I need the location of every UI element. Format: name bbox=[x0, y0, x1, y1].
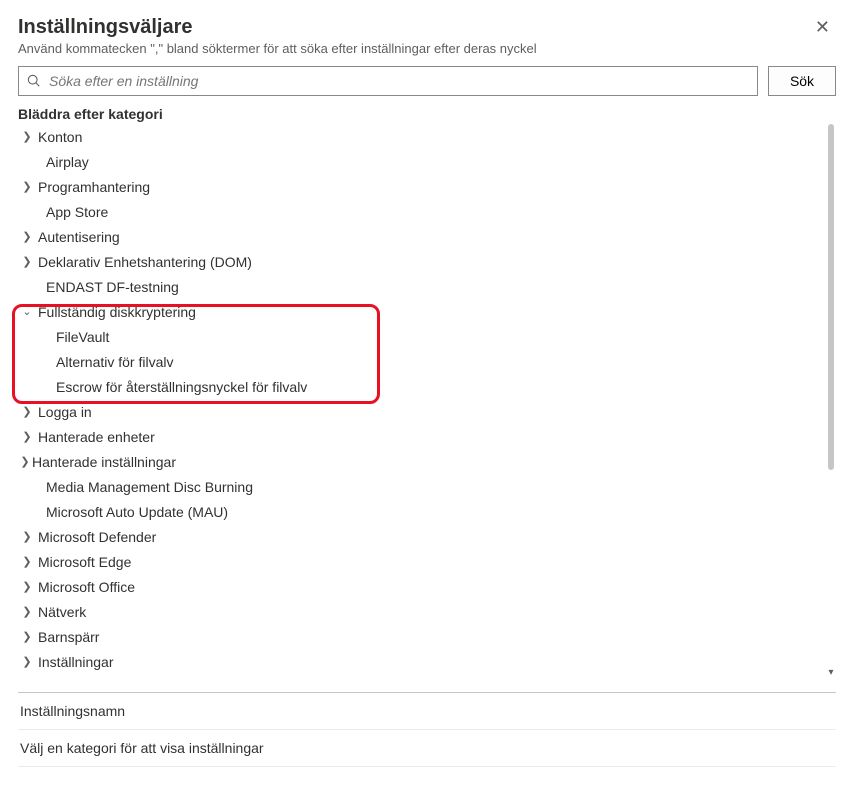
tree-label: FileVault bbox=[56, 329, 109, 345]
tree-item-airplay[interactable]: Airplay bbox=[18, 149, 836, 174]
tree-label: Barnspärr bbox=[38, 629, 99, 645]
tree-label: Fullständig diskkryptering bbox=[38, 304, 196, 320]
search-box[interactable] bbox=[18, 66, 758, 96]
chevron-right-icon: ❯ bbox=[20, 405, 34, 418]
tree-label: Autentisering bbox=[38, 229, 120, 245]
page-subtitle: Använd kommatecken "," bland söktermer f… bbox=[18, 41, 836, 56]
tree-label: Hanterade enheter bbox=[38, 429, 155, 445]
chevron-right-icon: ❯ bbox=[20, 605, 34, 618]
tree-item-media-disc-burning[interactable]: Media Management Disc Burning bbox=[18, 474, 836, 499]
tree-item-natverk[interactable]: ❯ Nätverk bbox=[18, 599, 836, 624]
chevron-right-icon: ❯ bbox=[20, 630, 34, 643]
tree-label: Microsoft Auto Update (MAU) bbox=[46, 504, 228, 520]
chevron-right-icon: ❯ bbox=[18, 455, 32, 468]
close-icon: ✕ bbox=[815, 17, 830, 37]
tree-label: Media Management Disc Burning bbox=[46, 479, 253, 495]
tree-label: Hanterade inställningar bbox=[32, 454, 176, 470]
tree-item-barnsparr[interactable]: ❯ Barnspärr bbox=[18, 624, 836, 649]
chevron-right-icon: ❯ bbox=[20, 230, 34, 243]
tree-label: Alternativ för filvalv bbox=[56, 354, 173, 370]
chevron-right-icon: ❯ bbox=[20, 580, 34, 593]
settings-empty-message: Välj en kategori för att visa inställnin… bbox=[18, 730, 836, 767]
tree-item-filevault[interactable]: FileVault bbox=[18, 324, 836, 349]
chevron-right-icon: ❯ bbox=[20, 530, 34, 543]
tree-label: Microsoft Defender bbox=[38, 529, 156, 545]
tree-label: Nätverk bbox=[38, 604, 86, 620]
close-button[interactable]: ✕ bbox=[809, 16, 836, 38]
tree-item-appstore[interactable]: App Store bbox=[18, 199, 836, 224]
tree-label: Programhantering bbox=[38, 179, 150, 195]
tree-item-mau[interactable]: Microsoft Auto Update (MAU) bbox=[18, 499, 836, 524]
scroll-down-icon[interactable]: ▾ bbox=[826, 664, 836, 682]
search-button[interactable]: Sök bbox=[768, 66, 836, 96]
category-tree: ❯ Konton Airplay ❯ Programhantering App … bbox=[18, 124, 836, 690]
browse-label: Bläddra efter kategori bbox=[18, 106, 836, 122]
tree-label: ENDAST DF-testning bbox=[46, 279, 179, 295]
tree-label: Inställningar bbox=[38, 654, 114, 670]
tree-item-dftest[interactable]: ENDAST DF-testning bbox=[18, 274, 836, 299]
tree-item-edge[interactable]: ❯ Microsoft Edge bbox=[18, 549, 836, 574]
tree-label: Konton bbox=[38, 129, 82, 145]
tree-item-programhantering[interactable]: ❯ Programhantering bbox=[18, 174, 836, 199]
settings-column-header: Inställningsnamn bbox=[18, 693, 836, 730]
chevron-right-icon: ❯ bbox=[20, 655, 34, 668]
search-icon bbox=[27, 74, 41, 88]
chevron-right-icon: ❯ bbox=[20, 180, 34, 193]
chevron-down-icon: ⌄ bbox=[20, 305, 34, 318]
tree-item-logga-in[interactable]: ❯ Logga in bbox=[18, 399, 836, 424]
tree-label: Escrow för återställningsnyckel för filv… bbox=[56, 379, 307, 395]
scroll-thumb[interactable] bbox=[828, 124, 834, 470]
chevron-right-icon: ❯ bbox=[20, 255, 34, 268]
chevron-right-icon: ❯ bbox=[20, 430, 34, 443]
tree-item-office[interactable]: ❯ Microsoft Office bbox=[18, 574, 836, 599]
tree-item-dom[interactable]: ❯ Deklarativ Enhetshantering (DOM) bbox=[18, 249, 836, 274]
tree-item-hanterade-installningar[interactable]: ❯ Hanterade inställningar bbox=[18, 449, 836, 474]
tree-label: Microsoft Edge bbox=[38, 554, 131, 570]
tree-label: App Store bbox=[46, 204, 108, 220]
search-input[interactable] bbox=[47, 72, 749, 90]
tree-item-autentisering[interactable]: ❯ Autentisering bbox=[18, 224, 836, 249]
tree-item-hanterade-enheter[interactable]: ❯ Hanterade enheter bbox=[18, 424, 836, 449]
scrollbar[interactable]: ▾ bbox=[826, 124, 836, 682]
tree-label: Airplay bbox=[46, 154, 89, 170]
tree-item-installningar[interactable]: ❯ Inställningar bbox=[18, 649, 836, 674]
page-title: Inställningsväljare bbox=[18, 16, 193, 39]
chevron-right-icon: ❯ bbox=[20, 130, 34, 143]
tree-label: Microsoft Office bbox=[38, 579, 135, 595]
chevron-right-icon: ❯ bbox=[20, 555, 34, 568]
tree-item-fullstandig-diskkryptering[interactable]: ⌄ Fullständig diskkryptering bbox=[18, 299, 836, 324]
tree-label: Logga in bbox=[38, 404, 92, 420]
tree-item-defender[interactable]: ❯ Microsoft Defender bbox=[18, 524, 836, 549]
tree-item-filvalv-alternativ[interactable]: Alternativ för filvalv bbox=[18, 349, 836, 374]
tree-item-escrow[interactable]: Escrow för återställningsnyckel för filv… bbox=[18, 374, 836, 399]
tree-item-konton[interactable]: ❯ Konton bbox=[18, 124, 836, 149]
tree-label: Deklarativ Enhetshantering (DOM) bbox=[38, 254, 252, 270]
